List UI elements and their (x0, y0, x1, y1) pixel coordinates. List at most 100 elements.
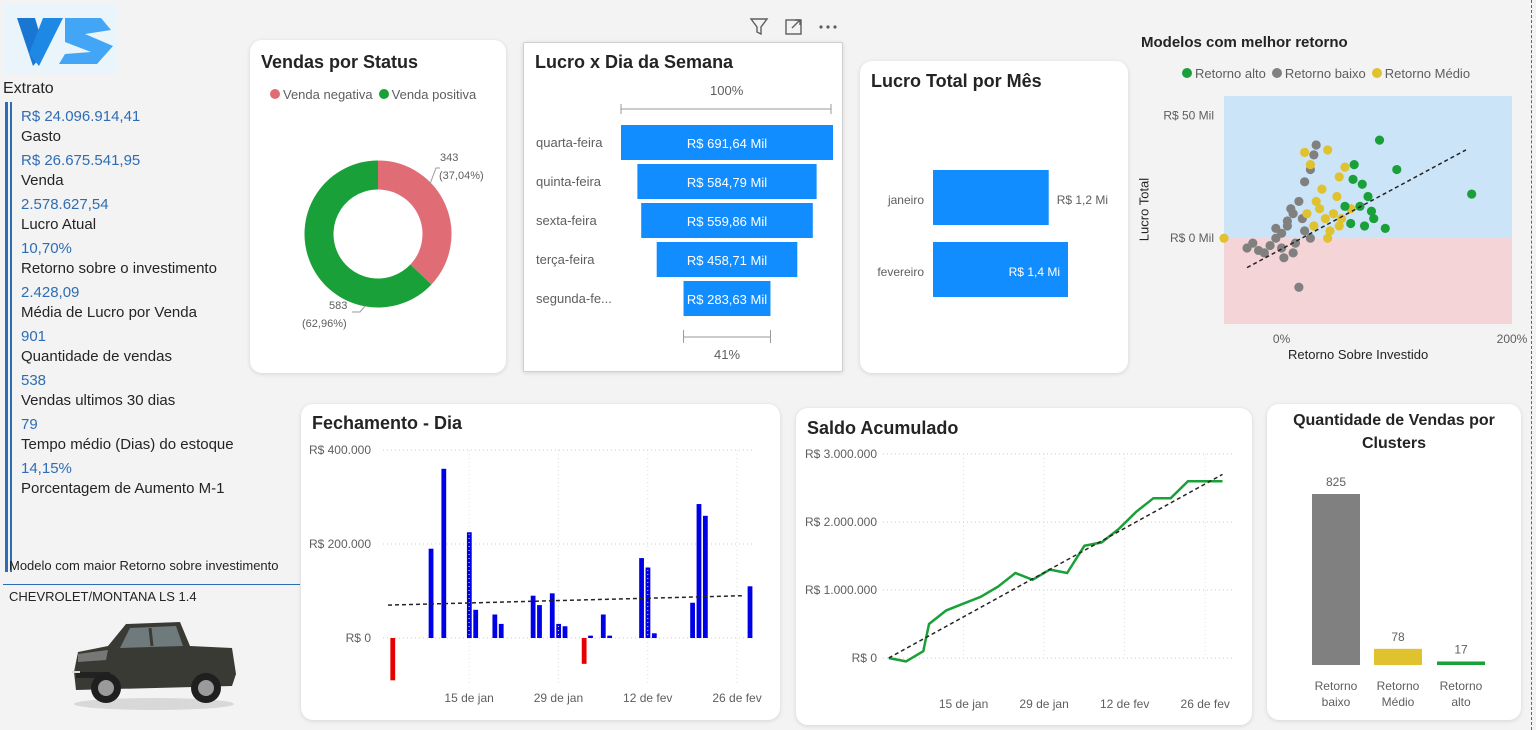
car-image (72, 622, 236, 710)
clusters-chart: 825 Retorno baixo 78 Retorno Médio 17 Retorno al… (1312, 475, 1485, 709)
scatter-point (1294, 196, 1304, 207)
funnel-bar-label: R$ 559,86 Mil (687, 214, 767, 229)
scatter-point (1340, 201, 1350, 211)
kpi-list: R$ 24.096.914,41 Gasto R$ 26.675.541,95 Ven… (21, 108, 281, 504)
kpi-label: Porcentagem de Aumento M-1 (21, 480, 225, 497)
funnel-top-bracket (620, 104, 832, 114)
status-card[interactable]: Vendas por Status Venda negativa Venda po… (250, 40, 506, 373)
daily-bar (562, 626, 568, 638)
scatter-point (1300, 226, 1310, 236)
cumulative-chart: R$ 3.000.000 R$ 2.000.000 R$ 1.000.000 R$ 0… (805, 447, 1234, 711)
leader-positive (352, 305, 366, 313)
funnel-category-label: quarta-feira (536, 135, 603, 150)
scatter-x-tick: 0% (1273, 332, 1291, 346)
page-edge (1531, 0, 1532, 730)
funnel-bottom-bracket (683, 330, 771, 343)
month-category-label: fevereiro (877, 265, 924, 279)
scatter-point (1282, 216, 1292, 226)
kpi-item: 2.578.627,54 Lucro Atual (21, 196, 281, 233)
scatter-point (1271, 223, 1281, 233)
visual-toolbar (748, 16, 844, 38)
clusters-card[interactable]: Quantidade de Vendas por Clusters 825 Ret… (1267, 404, 1521, 720)
cluster-bar (1437, 661, 1485, 665)
daily-y-tick: R$ 0 (346, 631, 372, 645)
daily-bar (651, 633, 657, 638)
focus-mode-icon[interactable] (785, 19, 802, 35)
cum-y-tick: R$ 2.000.000 (805, 515, 877, 529)
kpi-value: 2.428,09 (21, 284, 80, 301)
cum-line (888, 479, 1223, 663)
daily-x-tick: 12 de fev (623, 691, 672, 705)
kpi-value: 79 (21, 416, 38, 433)
legend-retorno-medio[interactable]: Retorno Médio (1371, 66, 1470, 81)
kpi-label: Média de Lucro por Venda (21, 304, 197, 321)
kpi-label: Vendas ultimos 30 dias (21, 392, 176, 409)
cum-x-tick: 26 de fev (1181, 697, 1230, 711)
scatter-point (1332, 191, 1342, 202)
model-header: Modelo com maior Retorno sobre investime… (9, 558, 279, 573)
daily-chart: R$ 400.000 R$ 200.000 R$ 0 15 de jan 29 de j… (309, 443, 762, 705)
daily-bar (498, 623, 504, 638)
extrato-bar (5, 102, 8, 572)
cum-trendline (888, 473, 1223, 659)
scatter-point (1380, 223, 1390, 233)
scatter-point (1302, 209, 1312, 219)
funnel-card[interactable]: Lucro x Dia da Semana 100% 41% R$ 691,64… (523, 42, 843, 372)
kpi-item: 14,15% Porcentagem de Aumento M-1 (21, 460, 281, 497)
scatter-point (1357, 179, 1367, 189)
donut-slice-negative (377, 160, 452, 285)
scatter-point (1265, 240, 1275, 251)
cluster-value-label: 78 (1391, 630, 1405, 644)
daily-bar (696, 504, 702, 638)
funnel-category-label: segunda-fe... (536, 291, 612, 306)
more-options-icon[interactable] (819, 25, 837, 29)
scatter-point (1248, 238, 1258, 248)
positive-region (1224, 96, 1512, 239)
scatter-point (1366, 206, 1377, 216)
positive-pct: (62,96%) (302, 318, 347, 330)
kpi-item: 538 Vendas ultimos 30 dias (21, 372, 281, 409)
funnel-bar-label: R$ 584,79 Mil (687, 175, 767, 190)
kpi-label: Tempo médio (Dias) do estoque (21, 436, 234, 453)
month-card[interactable]: Lucro Total por Mês janeiro R$ 1,2 Mi feve… (860, 61, 1128, 373)
scatter-point (1315, 204, 1325, 214)
model-divider (3, 584, 300, 585)
kpi-value: 538 (21, 372, 47, 389)
scatter-point (1288, 248, 1298, 258)
daily-card[interactable]: Fechamento - Dia R$ 400.000 R$ 200.000 R$ … (301, 404, 780, 720)
daily-trendline (387, 594, 744, 606)
daily-x-tick: 26 de fev (712, 691, 761, 705)
scatter-chart: R$ 50 Mil R$ 0 Mil 0% 200% (1163, 96, 1528, 346)
daily-bar (581, 638, 587, 664)
daily-bar (690, 602, 695, 638)
funnel-category-label: terça-feira (536, 252, 595, 267)
cluster-bar (1312, 494, 1360, 665)
month-bar (933, 170, 1049, 225)
kpi-label: Gasto (21, 128, 62, 145)
scatter-point (1346, 218, 1356, 229)
negative-pct: (37,04%) (439, 170, 484, 182)
daily-bar (607, 635, 613, 638)
scatter-point (1219, 233, 1229, 243)
kpi-value: 901 (21, 328, 47, 345)
cum-x-tick: 15 de jan (939, 697, 988, 711)
cumulative-card[interactable]: Saldo Acumulado R$ 3.000.000 R$ 2.000.000… (796, 408, 1252, 725)
daily-bar (747, 586, 753, 638)
kpi-value: 10,70% (21, 240, 72, 257)
kpi-label: Quantidade de vendas (21, 348, 172, 365)
scatter-point (1286, 204, 1296, 214)
legend-retorno-alto[interactable]: Retorno alto (1182, 66, 1266, 81)
cluster-bar (1374, 648, 1422, 665)
filter-icon[interactable] (749, 18, 769, 36)
daily-y-tick: R$ 400.000 (309, 443, 371, 457)
kpi-item: R$ 26.675.541,95 Venda (21, 152, 281, 189)
scatter-y-tick: R$ 0 Mil (1170, 231, 1214, 245)
scatter-point (1294, 282, 1304, 292)
cluster-category-label: Médio (1382, 695, 1415, 709)
scatter-point (1300, 177, 1310, 187)
daily-bar (441, 468, 447, 638)
scatter-point (1323, 145, 1333, 155)
cum-y-tick: R$ 1.000.000 (805, 583, 877, 597)
legend-retorno-baixo[interactable]: Retorno baixo (1271, 66, 1366, 81)
scatter-point (1374, 135, 1385, 145)
